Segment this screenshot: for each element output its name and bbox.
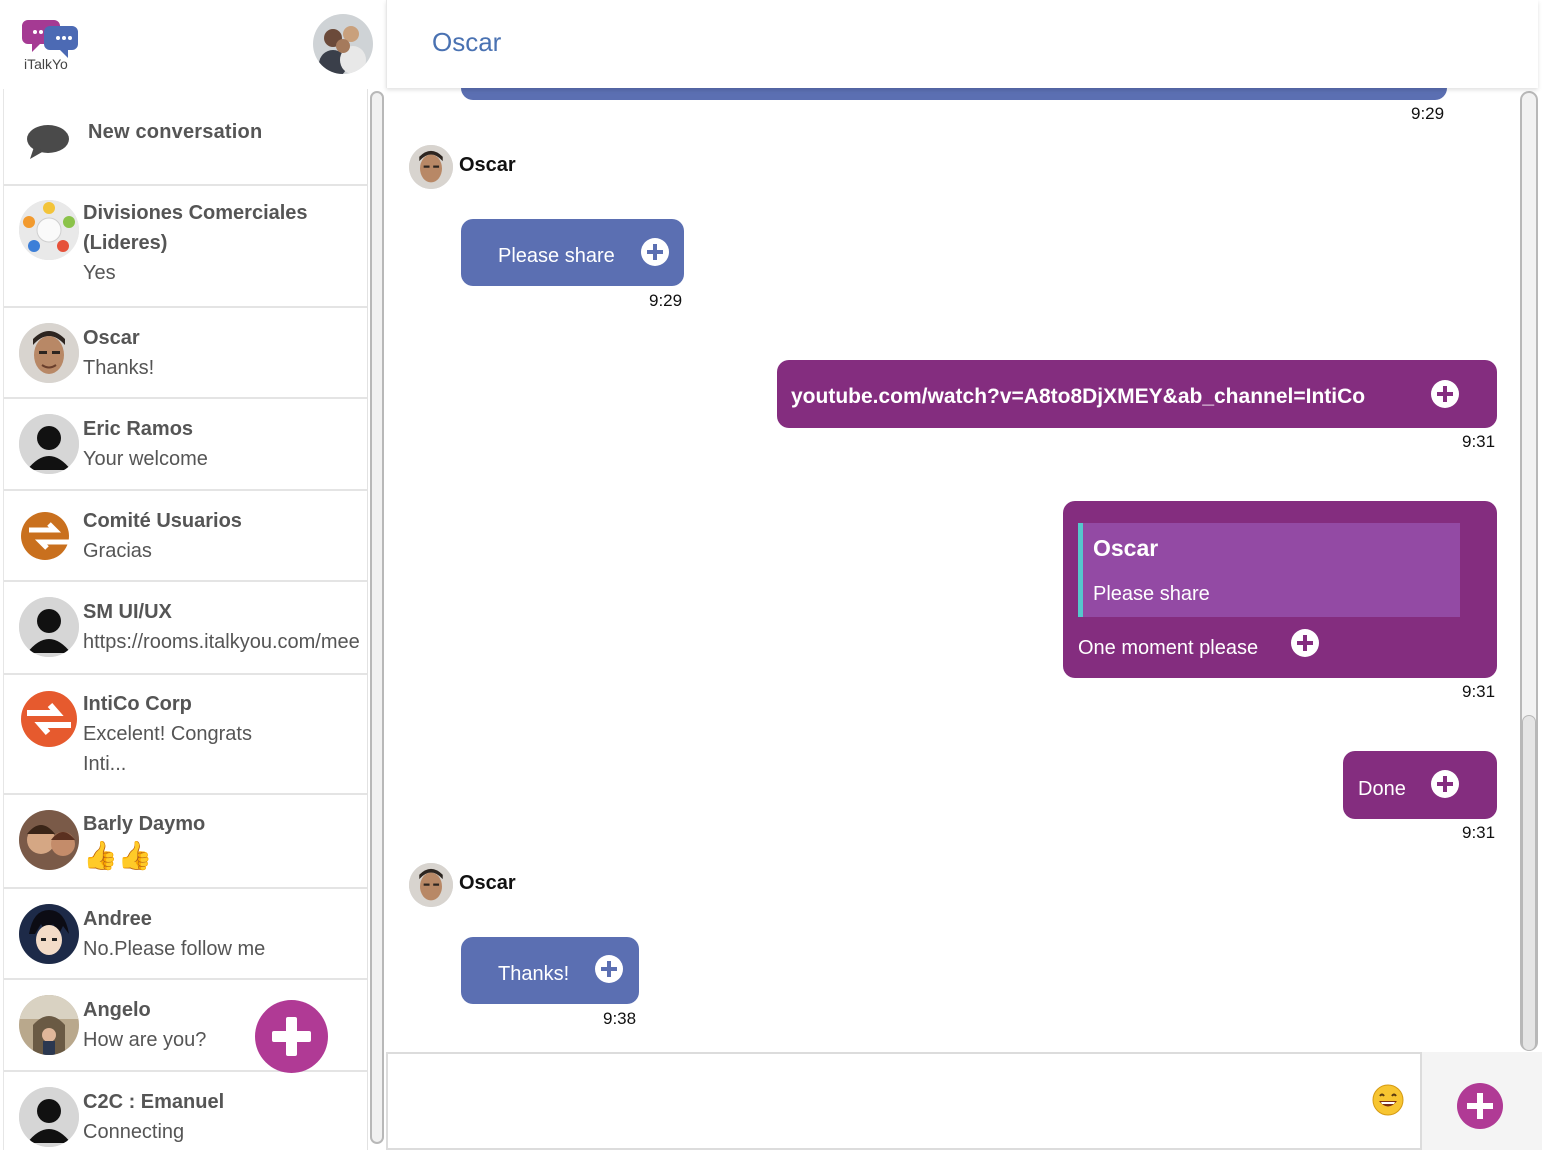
conversation-name: IntiCo Corp — [83, 693, 192, 715]
message-options-plus-icon[interactable] — [641, 238, 669, 266]
message-bubble-reply[interactable]: Oscar Please share One moment please — [1063, 501, 1497, 678]
message-bubble[interactable]: Thanks! — [461, 937, 639, 1004]
conversation-name: Divisiones Comerciales (Lideres) — [83, 202, 308, 254]
conversation-name: Eric Ramos — [83, 418, 194, 440]
conversation-preview: https://rooms.italkyou.com/mee — [83, 631, 360, 653]
conversation-list-scrollbar[interactable] — [370, 91, 384, 1144]
conversation-name: Andree — [83, 908, 152, 930]
conversation-preview: 👍👍 — [83, 841, 153, 871]
message-options-plus-icon[interactable] — [595, 955, 623, 983]
sender-avatar — [409, 863, 453, 907]
new-conversation-button[interactable]: New conversation — [4, 89, 367, 186]
quoted-text: Please share — [1093, 583, 1210, 605]
default-user-avatar — [19, 1087, 79, 1147]
conversation-name: Oscar — [83, 327, 140, 349]
conversation-name: Comité Usuarios — [83, 510, 242, 532]
default-user-avatar — [19, 597, 79, 657]
conversation-item-sm-ui-ux[interactable]: SM UI/UX https://rooms.italkyou.com/mee — [4, 582, 367, 675]
message-text: One moment please — [1078, 637, 1259, 659]
message-bubble[interactable]: Please share — [461, 219, 684, 286]
conversation-preview: Yes — [83, 262, 116, 284]
message-text: Please share — [498, 245, 615, 267]
intico-logo-avatar — [19, 506, 79, 566]
message-time: 9:38 — [603, 1009, 637, 1028]
conversation-name: Barly Daymo — [83, 813, 206, 835]
conversation-preview: Thanks! — [83, 357, 155, 379]
conversation-item-intico-corp[interactable]: IntiCo Corp Excelent! Congrats Inti... — [4, 675, 367, 795]
new-chat-fab-button[interactable] — [255, 1000, 328, 1073]
message-bubble-outgoing[interactable]: Done — [1343, 751, 1497, 819]
conversation-item-oscar[interactable]: Oscar Thanks! — [4, 308, 367, 399]
message-options-plus-icon[interactable] — [1291, 629, 1319, 657]
message-options-plus-icon[interactable] — [1431, 770, 1459, 798]
conversation-item-barly-daymo[interactable]: Barly Daymo 👍👍 — [4, 795, 367, 889]
brand-bar: iTalkYo — [0, 0, 386, 88]
message-bubble-outgoing[interactable]: youtube.com/watch?v=A8to8DjXMEY&ab_chann… — [777, 360, 1497, 428]
message-input[interactable] — [398, 1064, 1358, 1138]
barly-avatar — [19, 810, 79, 870]
conversation-preview: Connecting — [83, 1121, 185, 1143]
conversation-preview: Gracias — [83, 540, 152, 562]
message-text: Done — [1358, 778, 1406, 800]
anime-avatar — [19, 904, 79, 964]
conversation-list[interactable]: New conversation Divisiones Comerciales … — [3, 89, 369, 1150]
message-thread[interactable]: 9:29 Oscar Please share 9:29 youtube.com… — [386, 88, 1518, 1052]
sender-name: Oscar — [459, 872, 516, 894]
intico-logo-avatar — [19, 689, 79, 749]
sender-avatar — [409, 145, 453, 189]
message-time: 9:29 — [649, 291, 683, 310]
message-composer — [386, 1052, 1422, 1150]
conversation-item-divisiones[interactable]: Divisiones Comerciales (Lideres) Yes — [4, 186, 367, 308]
conversation-preview: No.Please follow me — [83, 938, 266, 960]
conversation-name: C2C : Emanuel — [83, 1091, 225, 1113]
message-bubble-partial[interactable] — [461, 88, 1447, 100]
oscar-avatar — [19, 323, 79, 383]
message-time: 9:29 — [1411, 104, 1445, 123]
conversation-name: SM UI/UX — [83, 601, 172, 623]
group-divisions-avatar — [19, 200, 79, 260]
chat-bubble-icon — [27, 125, 69, 159]
conversation-preview: Your welcome — [83, 448, 208, 470]
plus-icon — [272, 1017, 311, 1056]
angelo-avatar — [19, 995, 79, 1055]
conversation-item-c2c-emanuel[interactable]: C2C : Emanuel Connecting — [4, 1072, 367, 1150]
logo-text: iTalkYo — [24, 56, 68, 72]
conversation-item-andree[interactable]: Andree No.Please follow me — [4, 889, 367, 980]
message-time: 9:31 — [1462, 823, 1496, 842]
composer-plus-button[interactable] — [1457, 1083, 1503, 1129]
chat-header: Oscar — [386, 0, 1538, 88]
new-conversation-label: New conversation — [88, 121, 263, 143]
message-options-plus-icon[interactable] — [1431, 380, 1459, 408]
message-time: 9:31 — [1462, 682, 1496, 701]
profile-avatar[interactable] — [313, 14, 373, 74]
chat-title[interactable]: Oscar — [432, 27, 501, 58]
message-time: 9:31 — [1462, 432, 1496, 451]
quoted-message[interactable]: Oscar Please share — [1078, 523, 1460, 617]
composer-action-area — [1422, 1052, 1542, 1150]
quoted-sender: Oscar — [1093, 535, 1159, 561]
message-thread-scrollbar[interactable] — [1522, 715, 1536, 1051]
emoji-icon[interactable] — [1372, 1084, 1404, 1116]
conversation-item-comite-usuarios[interactable]: Comité Usuarios Gracias — [4, 491, 367, 582]
default-user-avatar — [19, 414, 79, 474]
conversation-preview: Excelent! Congrats Inti... — [83, 723, 252, 775]
conversation-item-eric-ramos[interactable]: Eric Ramos Your welcome — [4, 399, 367, 491]
message-text: Thanks! — [498, 963, 570, 985]
message-link-text[interactable]: youtube.com/watch?v=A8to8DjXMEY&ab_chann… — [791, 385, 1365, 409]
sender-name: Oscar — [459, 154, 516, 176]
